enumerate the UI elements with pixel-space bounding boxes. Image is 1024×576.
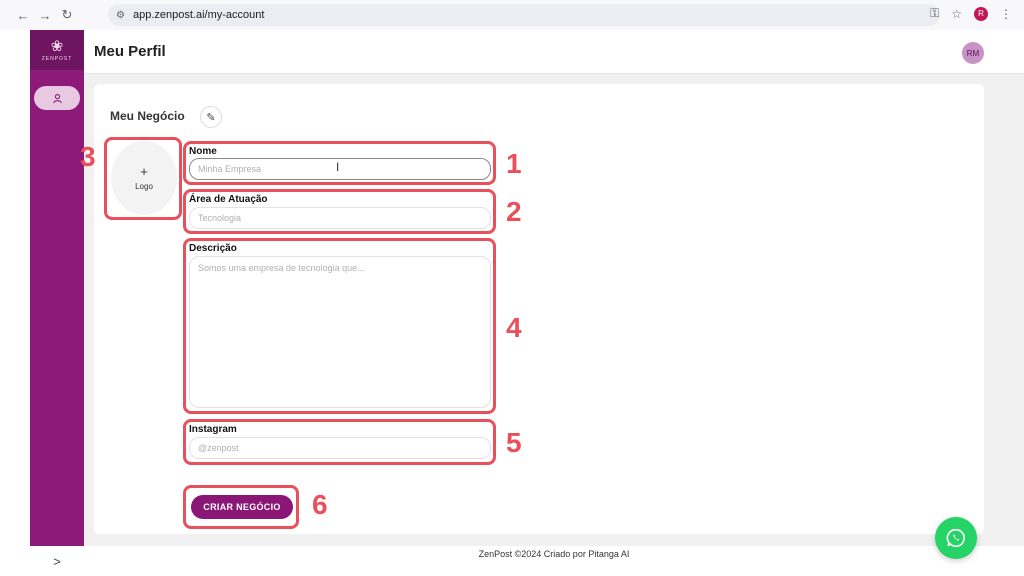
user-icon [52,93,62,103]
browser-profile-avatar[interactable]: R [974,6,988,21]
annotation-box-3 [104,137,182,220]
app-logo[interactable]: ❀ ZENPOST [30,30,84,70]
user-avatar[interactable]: RM [962,42,984,64]
site-settings-icon[interactable]: ⚙ [116,10,125,21]
annotation-box-4 [183,238,496,414]
forward-icon[interactable]: → [34,8,56,23]
pencil-icon: ✎ [206,111,216,124]
browser-actions: ⚿ ☆ R ⋮ [930,6,1012,21]
whatsapp-icon [946,528,965,548]
back-icon[interactable]: ← [12,8,34,23]
edit-button[interactable]: ✎ [200,106,222,128]
annotation-number-4: 4 [506,312,522,343]
sidebar-expand-button[interactable]: > [30,546,84,576]
page-header: Meu Perfil RM [84,30,1024,74]
sidebar: ❀ ZENPOST [30,30,84,546]
page-title: Meu Perfil [94,43,166,60]
brand-name: ZENPOST [41,55,73,62]
annotation-number-5: 5 [506,427,522,458]
reload-icon[interactable]: ↻ [56,7,78,23]
chevron-right-icon: > [53,553,61,569]
browser-menu-icon[interactable]: ⋮ [1000,7,1012,21]
annotation-number-6: 6 [312,489,328,520]
whatsapp-button[interactable] [935,517,977,559]
address-bar[interactable]: ⚙ app.zenpost.ai/my-account [108,4,940,26]
bookmark-star-icon[interactable]: ☆ [951,7,962,21]
annotation-box-6 [183,485,299,529]
annotation-number-2: 2 [506,196,522,227]
annotation-number-3: 3 [80,141,96,172]
annotation-number-1: 1 [506,148,522,179]
annotation-box-5 [183,419,496,465]
footer-text: ZenPost ©2024 Criado por Pitanga AI [478,549,630,559]
annotation-box-1 [183,141,496,185]
section-title: Meu Negócio [110,109,185,123]
sidebar-item-profile[interactable] [34,86,80,110]
annotation-box-2 [183,189,496,234]
password-key-icon[interactable]: ⚿ [930,6,939,21]
url-text: app.zenpost.ai/my-account [132,9,265,21]
lotus-icon: ❀ [50,37,64,55]
